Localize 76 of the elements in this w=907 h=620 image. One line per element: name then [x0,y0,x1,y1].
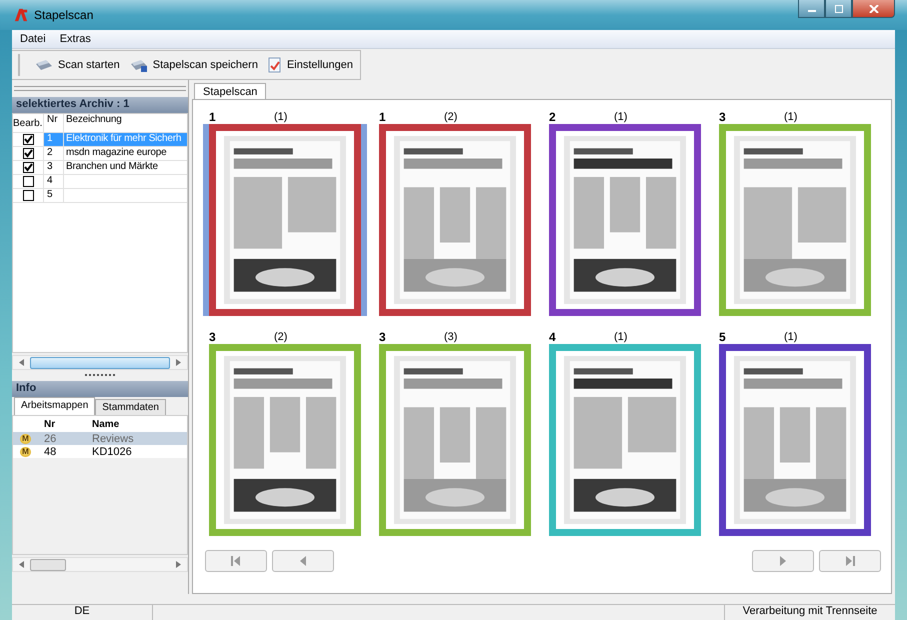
column-header[interactable]: Bezeichnung [63,114,187,132]
document-number: 2 [549,110,557,124]
document-number: 1 [379,110,387,124]
folder-badge: M [20,446,31,456]
table-cell-text: Reviews [92,432,135,444]
page-number: (1) [784,111,798,123]
scrollbar-thumb[interactable] [30,558,66,570]
minimize-button[interactable] [798,0,825,18]
document-number: 3 [209,330,217,344]
maximize-icon [834,4,844,12]
checkbox[interactable] [22,134,34,145]
status-text: DE [12,605,153,620]
table-cell-text: 48 [43,446,58,458]
panel-header: Info [12,381,188,397]
scanner-icon [130,58,148,72]
scrollbar-thumb[interactable] [30,356,170,368]
menu-item[interactable]: Datei [20,33,46,45]
left-arrow-icon[interactable] [19,561,24,568]
toolbar-button[interactable]: Einstellungen [264,54,356,74]
table-cell-text: KD1026 [92,446,133,458]
table-cell[interactable]: msdn magazine europe [63,147,187,160]
scanner-icon [35,58,53,72]
horizontal-scrollbar[interactable] [12,355,188,370]
page-number: (3) [444,331,458,343]
document-number: 1 [209,110,217,124]
maximize-button[interactable] [825,0,852,18]
document-number: 4 [549,330,557,344]
page-number: (1) [784,331,798,343]
toolbar-button[interactable]: Scan starten [32,56,123,74]
page-number: (1) [614,111,628,123]
column-header[interactable]: Bearb. [13,118,43,128]
page-number: (1) [274,111,288,123]
close-icon [868,4,878,12]
checkbox[interactable] [22,162,34,173]
document-number: 3 [719,110,727,124]
tab[interactable]: Stammdaten [95,399,166,415]
splitter-handle[interactable] [85,374,115,379]
document-number: 3 [379,330,387,344]
left-arrow-icon[interactable] [19,359,24,366]
page-number: (1) [614,331,628,343]
checklist-icon [268,56,282,72]
table-cell: 1 [43,133,63,146]
table-cell: 5 [43,189,63,202]
last-icon [844,555,856,567]
page-number: (2) [444,111,458,123]
first-page-button[interactable] [205,550,267,572]
table-row[interactable]: M 26 Reviews [13,432,187,445]
right-arrow-icon[interactable] [176,561,181,568]
table-row[interactable]: M 48 KD1026 [13,445,187,458]
document-number: 5 [719,330,727,344]
tab[interactable]: Stapelscan [194,83,266,99]
checkbox[interactable] [22,148,34,159]
page-number: (2) [274,331,288,343]
tab[interactable]: Arbeitsmappen [14,397,96,415]
status-text: Verarbeitung mit Trennseite [724,605,895,620]
column-header[interactable]: Name [92,418,187,430]
checkbox[interactable] [22,190,34,201]
table-cell-text: 26 [43,432,58,444]
close-button[interactable] [852,0,895,18]
table-cell[interactable]: Branchen und Märkte [63,161,187,174]
window-title: Stapelscan [34,8,94,22]
table-cell: 3 [43,161,63,174]
panel-header: selektiertes Archiv : 1 [12,97,188,113]
horizontal-scrollbar[interactable] [12,557,188,572]
first-icon [230,555,242,567]
toolbar-button[interactable]: Stapelscan speichern [126,56,261,74]
last-page-button[interactable] [819,550,881,572]
right-arrow-icon[interactable] [176,359,181,366]
column-header[interactable]: Nr [38,418,92,430]
folder-badge: M [20,434,31,444]
logo-icon [14,8,28,22]
table-cell: 2 [43,147,63,160]
table-cell: 4 [43,175,63,188]
column-header[interactable]: Nr [43,114,63,132]
menu-item[interactable]: Extras [60,33,91,45]
checkbox[interactable] [22,176,34,187]
